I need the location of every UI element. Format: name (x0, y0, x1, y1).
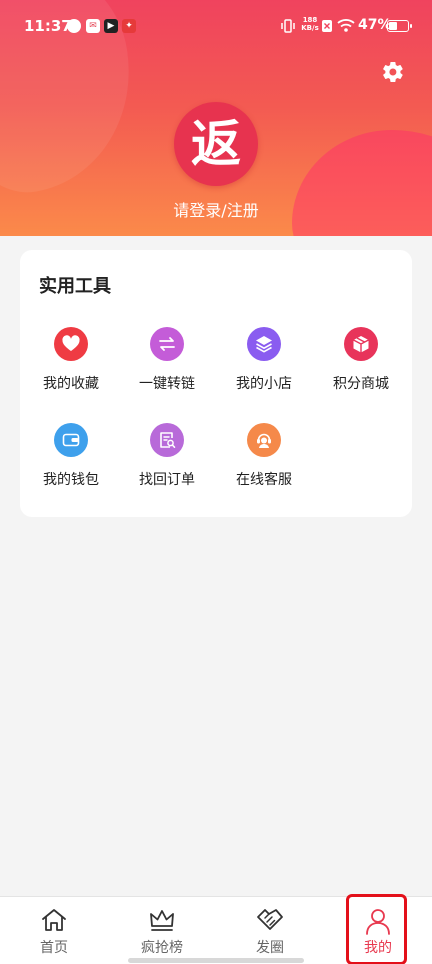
tool-icon-bg (150, 327, 184, 361)
app-notification-icon: ✦ (122, 19, 136, 33)
network-speed: 188 KB/s (301, 16, 319, 32)
tool-find-order[interactable]: 找回订单 (118, 423, 216, 493)
mail-notification-icon: ✉ (86, 19, 100, 33)
home-icon (42, 909, 66, 931)
battery-level (389, 22, 397, 30)
tools-card-title: 实用工具 (39, 276, 111, 297)
app-notification-icon (67, 19, 81, 33)
status-bar: 11:37 ✉ ▶ ✦ 188 KB/s 47% (0, 0, 432, 52)
nav-home[interactable]: 首页 (0, 897, 108, 964)
convert-arrows-icon (159, 337, 175, 351)
nav-share-circle[interactable]: 发圈 (216, 897, 324, 964)
avatar[interactable]: 返 (174, 102, 258, 186)
video-notification-icon: ▶ (104, 19, 118, 33)
tool-icon-bg (344, 327, 378, 361)
tool-my-wallet[interactable]: 我的钱包 (22, 423, 120, 493)
tool-icon-bg (54, 423, 88, 457)
wallet-icon (62, 433, 80, 447)
nav-label: 首页 (40, 940, 68, 956)
wifi-icon (337, 19, 355, 32)
tool-label: 我的钱包 (43, 472, 99, 488)
tool-label: 在线客服 (236, 472, 292, 488)
sim-icon (322, 20, 332, 32)
gift-box-icon (353, 336, 369, 353)
crown-icon (150, 910, 174, 931)
battery-icon (387, 20, 412, 32)
tool-label: 找回订单 (139, 472, 195, 488)
tool-icon-bg (247, 423, 281, 457)
tool-icon-bg (150, 423, 184, 457)
tool-my-favorites[interactable]: 我的收藏 (22, 327, 120, 397)
tool-online-service[interactable]: 在线客服 (215, 423, 313, 493)
status-time: 11:37 (24, 17, 72, 35)
gear-icon[interactable] (381, 60, 405, 84)
nav-label: 发圈 (256, 940, 284, 956)
home-indicator[interactable] (128, 958, 304, 963)
layers-icon (256, 336, 272, 353)
vibrate-icon (281, 19, 295, 33)
order-search-icon (160, 432, 176, 448)
tool-label: 积分商城 (333, 376, 389, 392)
tool-icon-bg (54, 327, 88, 361)
login-register-link[interactable]: 请登录/注册 (0, 197, 432, 221)
handshake-icon (257, 909, 283, 930)
customer-service-icon (257, 433, 271, 448)
avatar-logo-glyph: 返 (191, 115, 241, 173)
tool-label: 一键转链 (139, 376, 195, 392)
tool-link-convert[interactable]: 一键转链 (118, 327, 216, 397)
profile-header: 11:37 ✉ ▶ ✦ 188 KB/s 47% 返 请登录/注册 (0, 0, 432, 236)
tool-label: 我的小店 (236, 376, 292, 392)
tool-label: 我的收藏 (43, 376, 99, 392)
active-tab-highlight (346, 894, 407, 964)
tool-points-mall[interactable]: 积分商城 (312, 327, 410, 397)
tool-icon-bg (247, 327, 281, 361)
tool-my-shop[interactable]: 我的小店 (215, 327, 313, 397)
nav-hot-list[interactable]: 疯抢榜 (108, 897, 216, 964)
heart-icon (62, 335, 80, 351)
nav-label: 疯抢榜 (141, 940, 183, 956)
tools-card: 实用工具 我的收藏 一键转链 我的小店 积分商城 我的钱包 找回订单 在线客服 (20, 250, 412, 517)
